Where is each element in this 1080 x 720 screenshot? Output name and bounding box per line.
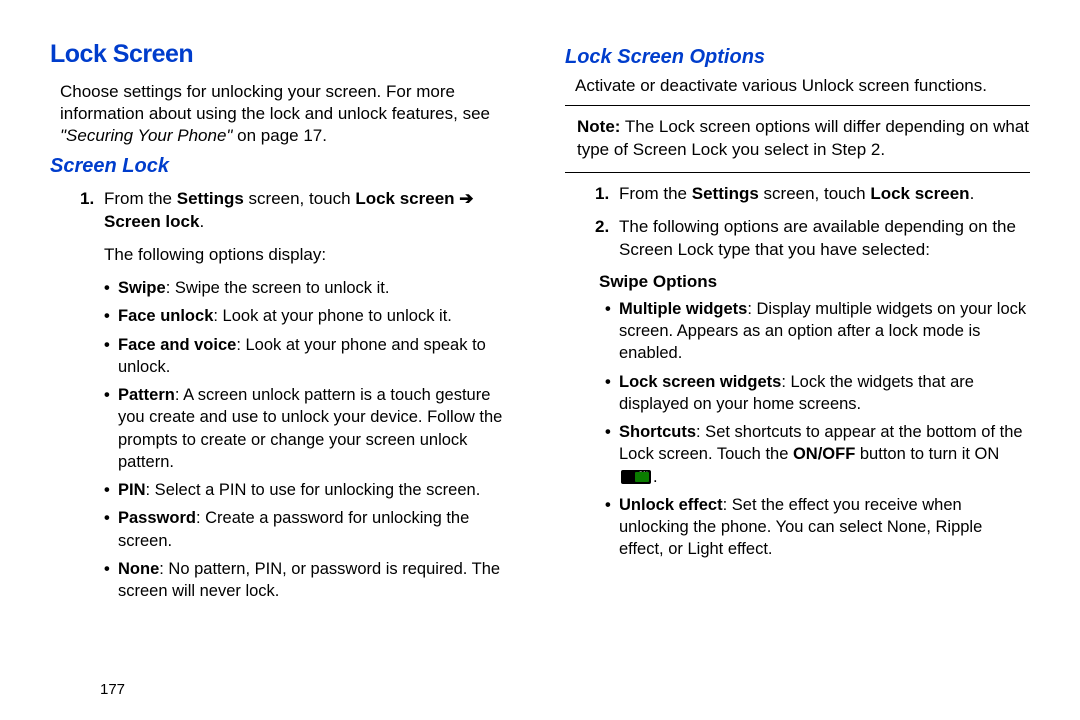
bullet-term: None <box>118 560 159 578</box>
list-item: Swipe: Swipe the screen to unlock it. <box>104 277 515 299</box>
t-bold: Settings <box>177 189 244 208</box>
list-item: Shortcuts: Set shortcuts to appear at th… <box>605 421 1030 488</box>
page-number: 177 <box>100 681 125 698</box>
bullet-desc: : Select a PIN to use for unlocking the … <box>146 481 481 499</box>
bullet-term: Lock screen widgets <box>619 373 781 391</box>
t-bold: Screen lock <box>104 212 199 231</box>
bullet-desc: button to turn it ON <box>855 445 999 463</box>
step-text: The following options are available depe… <box>619 216 1030 262</box>
step-text: From the Settings screen, touch Lock scr… <box>619 183 1030 206</box>
list-item: Multiple widgets: Display multiple widge… <box>605 298 1030 365</box>
bullet-desc: . <box>653 468 658 486</box>
t: . <box>970 184 975 203</box>
intro-text-a: Choose settings for unlocking your scree… <box>60 82 490 123</box>
step-number: 2. <box>595 216 619 262</box>
bullet-term: Multiple widgets <box>619 300 747 318</box>
swipe-options-heading: Swipe Options <box>565 272 1030 292</box>
left-bullets: Swipe: Swipe the screen to unlock it. Fa… <box>50 277 515 602</box>
t-bold: Settings <box>692 184 759 203</box>
toggle-on-icon: ON <box>621 470 651 484</box>
left-step-1: 1. From the Settings screen, touch Lock … <box>50 188 515 234</box>
t: . <box>199 212 204 231</box>
left-subpara: The following options display: <box>50 244 515 267</box>
list-item: Face and voice: Look at your phone and s… <box>104 334 515 379</box>
intro-text-b: on page 17. <box>232 126 327 145</box>
bullet-term: Shortcuts <box>619 423 696 441</box>
bullet-term: Pattern <box>118 386 175 404</box>
right-intro: Activate or deactivate various Unlock sc… <box>565 75 1030 97</box>
step-text: From the Settings screen, touch Lock scr… <box>104 188 515 234</box>
bullet-term: Face and voice <box>118 336 236 354</box>
list-item: Unlock effect: Set the effect you receiv… <box>605 494 1030 561</box>
right-bullets: Multiple widgets: Display multiple widge… <box>565 298 1030 561</box>
right-column: Lock Screen Options Activate or deactiva… <box>565 40 1030 700</box>
bullet-term: Swipe <box>118 279 166 297</box>
bullet-term: Password <box>118 509 196 527</box>
t: From the <box>619 184 692 203</box>
note-text: The Lock screen options will differ depe… <box>577 117 1029 159</box>
note-block: Note: The Lock screen options will diffe… <box>565 116 1030 162</box>
heading-screen-lock: Screen Lock <box>50 155 515 178</box>
list-item: PIN: Select a PIN to use for unlocking t… <box>104 479 515 501</box>
bullet-desc: : Look at your phone to unlock it. <box>213 307 452 325</box>
bullet-desc: : A screen unlock pattern is a touch ges… <box>118 386 502 471</box>
right-step-1: 1. From the Settings screen, touch Lock … <box>565 183 1030 206</box>
note-label: Note: <box>577 117 620 136</box>
arrow-icon: ➔ <box>455 189 474 208</box>
t-bold: Lock screen <box>870 184 969 203</box>
bullet-desc: : Swipe the screen to unlock it. <box>166 279 390 297</box>
intro-paragraph: Choose settings for unlocking your scree… <box>50 81 515 147</box>
bullet-desc: : No pattern, PIN, or password is requir… <box>118 560 500 600</box>
list-item: Lock screen widgets: Lock the widgets th… <box>605 371 1030 416</box>
divider <box>565 172 1030 173</box>
list-item: Pattern: A screen unlock pattern is a to… <box>104 384 515 473</box>
bullet-term: PIN <box>118 481 146 499</box>
divider <box>565 105 1030 106</box>
list-item: Password: Create a password for unlockin… <box>104 507 515 552</box>
left-column: Lock Screen Choose settings for unlockin… <box>50 40 515 700</box>
heading-lock-screen-options: Lock Screen Options <box>565 46 1030 69</box>
intro-ref: "Securing Your Phone" <box>60 126 232 145</box>
t: screen, touch <box>759 184 871 203</box>
list-item: None: No pattern, PIN, or password is re… <box>104 558 515 603</box>
right-step-2: 2. The following options are available d… <box>565 216 1030 262</box>
list-item: Face unlock: Look at your phone to unloc… <box>104 305 515 327</box>
bullet-term: Face unlock <box>118 307 213 325</box>
heading-lock-screen: Lock Screen <box>50 40 515 69</box>
step-number: 1. <box>80 188 104 234</box>
bullet-term: Unlock effect <box>619 496 723 514</box>
t-bold: Lock screen <box>355 189 454 208</box>
onoff-label: ON/OFF <box>793 445 855 463</box>
toggle-on-label: ON <box>638 471 648 479</box>
t: screen, touch <box>244 189 356 208</box>
step-number: 1. <box>595 183 619 206</box>
t: From the <box>104 189 177 208</box>
